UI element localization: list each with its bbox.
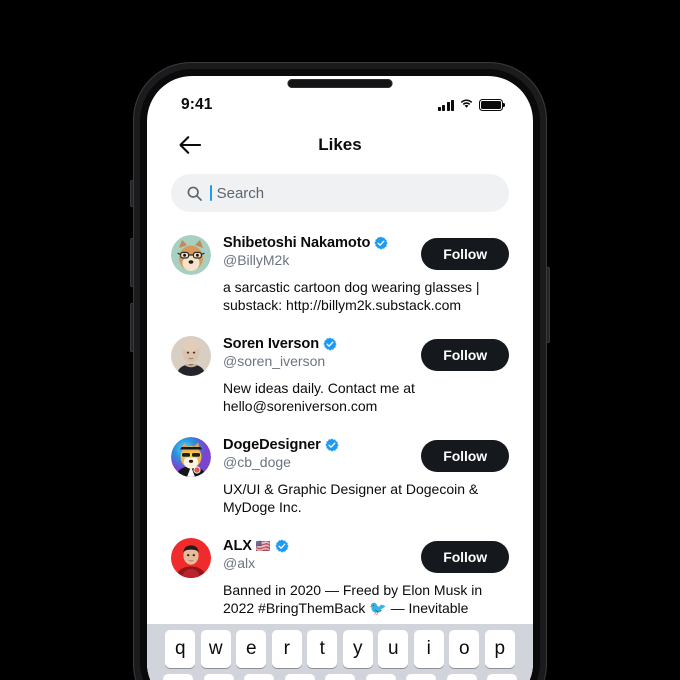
user-bio: a sarcastic cartoon dog wearing glasses … <box>223 279 480 314</box>
shiba-dog-glasses-avatar[interactable] <box>171 235 211 275</box>
key-w[interactable]: w <box>200 630 231 668</box>
key-l[interactable]: l <box>487 674 517 680</box>
user-display-name: Shibetoshi Nakamoto <box>223 235 371 251</box>
user-bio-wrapper: New ideas daily. Contact me at hello@sor… <box>171 379 509 416</box>
silent-switch-button[interactable] <box>130 180 134 207</box>
user-display-name: Soren Iverson <box>223 335 320 352</box>
key-d[interactable]: d <box>244 674 274 680</box>
status-bar-icons <box>437 96 506 114</box>
bald-man-photo-avatar[interactable] <box>171 335 211 376</box>
key-p[interactable]: p <box>484 630 515 668</box>
user-bio-wrapper: Banned in 2020 — Freed by Elon Musk in 2… <box>171 581 509 618</box>
user-bio: New ideas daily. Contact me at hello@sor… <box>223 379 415 415</box>
page-title: Likes <box>318 135 362 154</box>
follow-button[interactable]: Follow <box>421 439 509 472</box>
arrow-left-icon[interactable] <box>177 132 203 158</box>
key-h[interactable]: h <box>365 674 396 680</box>
key-a[interactable]: a <box>163 674 193 680</box>
cellular-bars-icon <box>437 99 454 111</box>
battery-full-icon <box>479 99 506 111</box>
user-bio-wrapper: UX/UI & Graphic Designer at Dogecoin & M… <box>171 480 509 517</box>
onscreen-keyboard[interactable]: qwertyuiop a s d f g h j k l <box>147 624 533 680</box>
doge-suit-avatar[interactable] <box>171 436 211 477</box>
user-bio: Banned in 2020 — Freed by Elon Musk in 2… <box>223 581 483 617</box>
key-o[interactable]: o <box>449 630 480 668</box>
user-display-name: ALX <box>223 537 252 554</box>
key-t[interactable]: t <box>307 630 338 668</box>
key-u[interactable]: u <box>378 630 409 668</box>
key-r[interactable]: r <box>271 630 302 668</box>
verified-badge-icon <box>323 337 337 351</box>
key-e[interactable]: e <box>236 630 267 668</box>
phone-screen: 9:41 Likes Search Shibetoshi Nakamoto @B… <box>147 76 533 680</box>
key-y[interactable]: y <box>342 630 373 668</box>
key-j[interactable]: j <box>406 674 436 680</box>
text-cursor <box>210 185 212 201</box>
verified-badge-icon <box>275 539 289 553</box>
user-list-item[interactable]: ALX 🇺🇸 @alx Banned in 2020 — Freed by El… <box>147 527 533 628</box>
phone-device-frame: 9:41 Likes Search Shibetoshi Nakamoto @B… <box>130 62 550 680</box>
search-placeholder: Search <box>216 184 265 202</box>
user-list-item[interactable]: DogeDesigner @cb_doge UX/UI & Graphic De… <box>147 426 533 527</box>
verified-badge-icon <box>374 236 389 250</box>
user-bio: UX/UI & Graphic Designer at Dogecoin & M… <box>223 480 479 516</box>
volume-up-button[interactable] <box>130 238 134 287</box>
search-input[interactable]: Search <box>171 174 509 212</box>
wifi-icon <box>459 96 474 114</box>
key-s[interactable]: s <box>203 674 234 680</box>
user-bio-wrapper: a sarcastic cartoon dog wearing glasses … <box>171 278 509 315</box>
nav-bar: Likes <box>147 122 533 168</box>
key-k[interactable]: k <box>446 674 477 680</box>
follow-button[interactable]: Follow <box>421 238 509 270</box>
earpiece-notch <box>287 79 393 88</box>
key-f[interactable]: f <box>284 674 315 680</box>
verified-badge-icon <box>325 438 339 452</box>
likes-user-list[interactable]: Shibetoshi Nakamoto @BillyM2k a sarcasti… <box>147 224 533 680</box>
follow-button[interactable]: Follow <box>421 540 509 573</box>
keyboard-row-1: qwertyuiop <box>147 630 533 668</box>
user-list-item[interactable]: Soren Iverson @soren_iverson New ideas d… <box>147 325 533 426</box>
follow-button[interactable]: Follow <box>421 338 509 371</box>
screenshot-canvas: 9:41 Likes Search Shibetoshi Nakamoto @B… <box>0 0 680 680</box>
user-display-name: DogeDesigner <box>223 436 321 453</box>
country-flag-emoji: 🇺🇸 <box>255 538 271 553</box>
keyboard-row-2: asdfghjkl <box>147 674 533 680</box>
man-red-background-avatar[interactable] <box>171 537 211 578</box>
key-q[interactable]: q <box>165 630 196 668</box>
power-button[interactable] <box>546 267 550 343</box>
key-i[interactable]: i <box>413 630 444 668</box>
user-list-item[interactable]: Shibetoshi Nakamoto @BillyM2k a sarcasti… <box>147 224 533 325</box>
key-g[interactable]: g <box>325 674 355 680</box>
status-bar-clock: 9:41 <box>181 96 213 113</box>
search-icon <box>187 186 202 201</box>
volume-down-button[interactable] <box>130 303 134 352</box>
